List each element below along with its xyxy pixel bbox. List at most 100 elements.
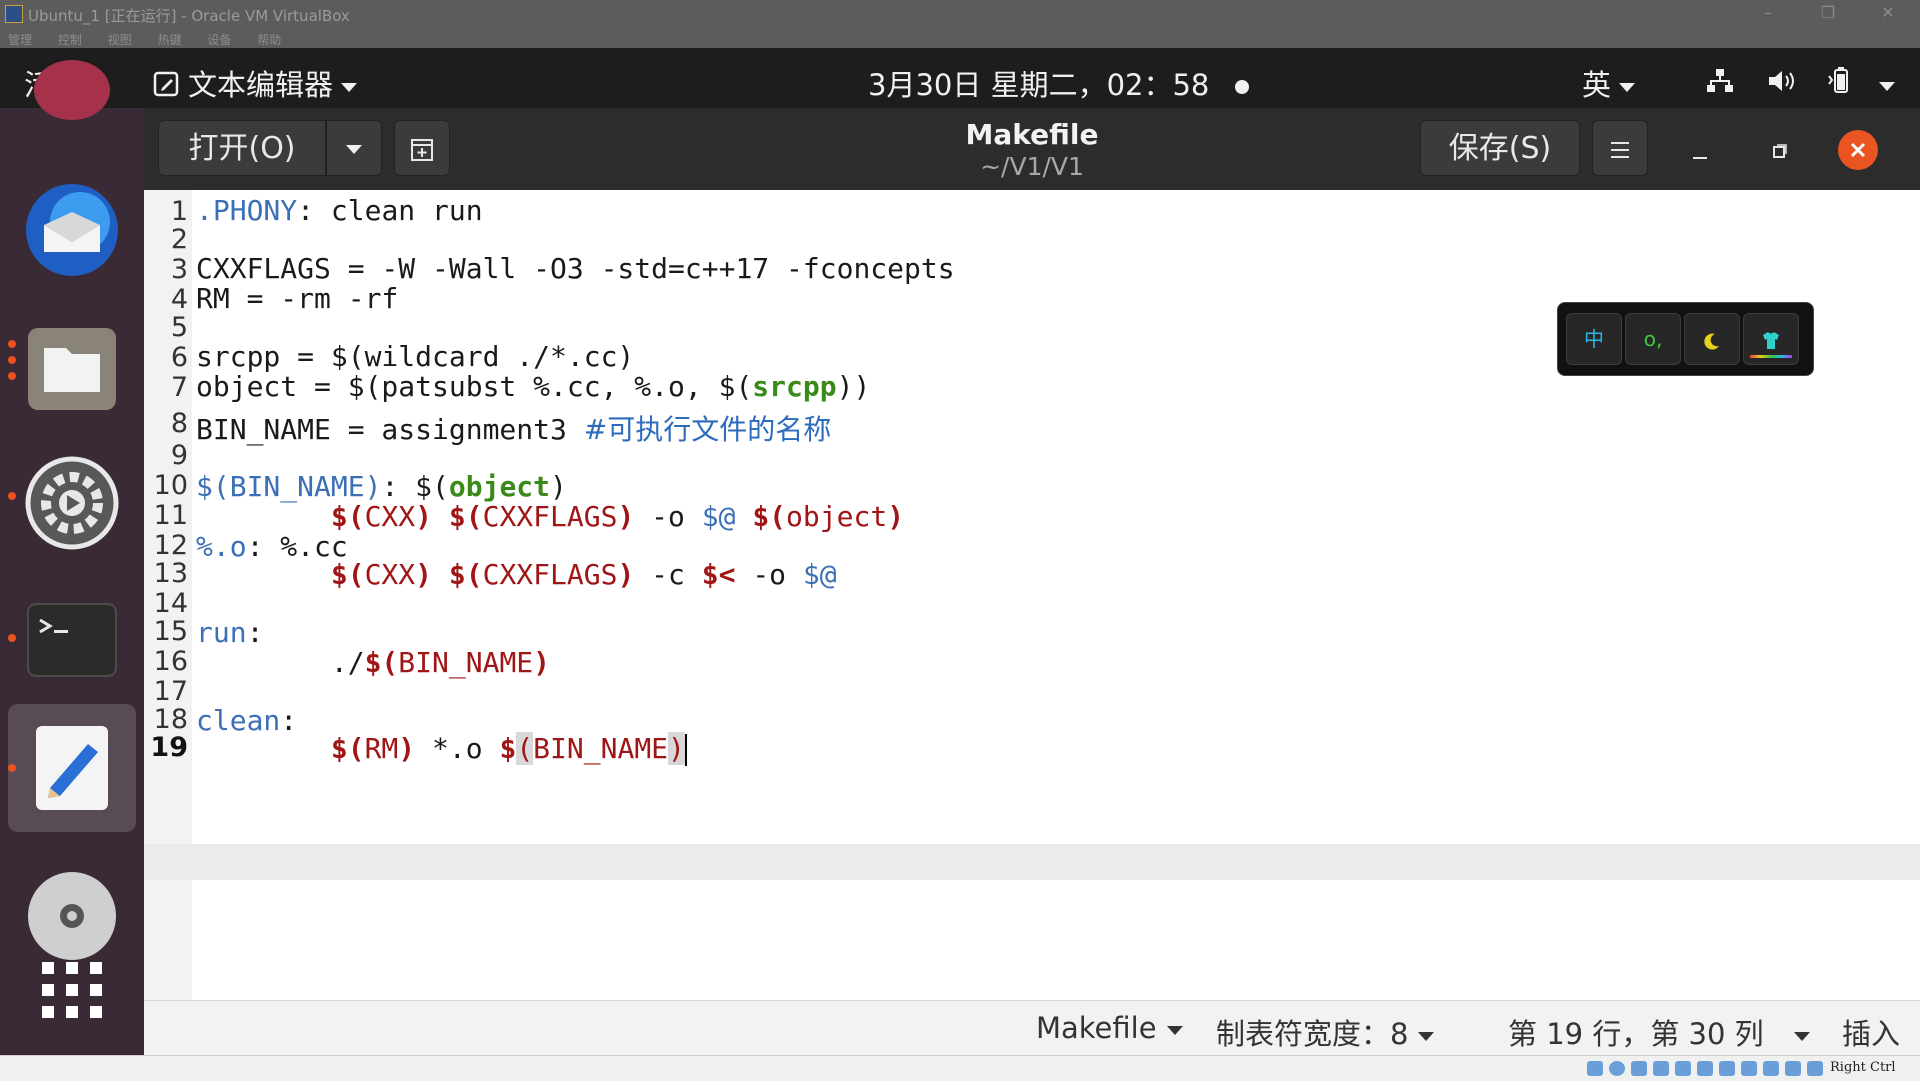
ime-toolbar: 中 o, — [1557, 302, 1814, 376]
host-key-label: Right Ctrl — [1830, 1060, 1896, 1075]
maximize-button[interactable] — [1762, 134, 1798, 170]
ime-chinese-toggle[interactable]: 中 — [1566, 313, 1622, 365]
chevron-down-icon — [1166, 1025, 1183, 1035]
keyboard-capture-icon[interactable] — [1807, 1061, 1823, 1076]
ime-skin-button[interactable] — [1743, 313, 1799, 365]
cursor-position-label: 第 19 行，第 30 列 — [1508, 1017, 1764, 1051]
code-line: $(RM) *.o $(BIN_NAME) — [330, 732, 687, 766]
optical-drive-icon[interactable] — [1609, 1061, 1625, 1076]
close-icon — [1850, 142, 1866, 158]
display-status-icon[interactable] — [1719, 1061, 1735, 1076]
running-indicator — [8, 372, 16, 380]
ubuntu-top-bar: 活动 文本编辑器 3月30日 星期二，02：58 英 — [0, 48, 1920, 108]
vbox-close-button[interactable]: ✕ — [1868, 3, 1908, 22]
app-icon — [34, 60, 110, 120]
vbox-menubar: 管理 控制 视图 热键 设备 帮助 — [0, 28, 1920, 48]
tab-width-label: 制表符宽度：8 — [1216, 1017, 1409, 1051]
dock-text-editor[interactable] — [22, 718, 122, 818]
virtualbox-app-icon — [5, 5, 23, 23]
terminal-icon — [27, 603, 117, 677]
dock-disc[interactable] — [22, 860, 122, 960]
vbox-menu-item[interactable]: 热键 — [158, 31, 182, 48]
code-line: RM = -rm -rf — [196, 282, 399, 315]
code-line: run: — [196, 616, 264, 649]
vbox-menu-item[interactable]: 帮助 — [257, 31, 281, 48]
ime-punctuation-toggle[interactable]: o, — [1625, 313, 1681, 365]
cpu-status-icon[interactable] — [1763, 1061, 1779, 1076]
line-number: 2 — [170, 224, 188, 255]
ime-halfwidth-toggle[interactable] — [1684, 313, 1740, 365]
vbox-menu-item[interactable]: 控制 — [58, 31, 82, 48]
line-number: 15 — [153, 616, 188, 647]
hdd-status-icon[interactable] — [1587, 1061, 1603, 1076]
running-indicator — [8, 634, 16, 642]
tab-width-selector[interactable]: 制表符宽度：8 — [1216, 1011, 1435, 1053]
editor-headerbar: 打开(O) Makefile ~/V1/V1 保存(S) — [144, 108, 1920, 190]
code-line: ./$(BIN_NAME) — [196, 646, 551, 679]
minimize-icon — [1693, 157, 1707, 159]
vbox-menu-item[interactable]: 设备 — [207, 31, 231, 48]
hamburger-menu-button[interactable] — [1592, 120, 1648, 176]
running-indicator — [8, 356, 16, 364]
mouse-integration-icon[interactable] — [1785, 1061, 1801, 1076]
line-number: 10 — [153, 470, 188, 501]
line-number: 13 — [153, 558, 188, 589]
dock-files[interactable] — [22, 318, 122, 418]
dock-settings[interactable] — [22, 453, 122, 553]
system-menu[interactable] — [1705, 66, 1895, 101]
input-method-menu[interactable]: 英 — [1582, 62, 1636, 104]
vbox-menu-item[interactable]: 视图 — [108, 31, 132, 48]
dock — [0, 60, 144, 1055]
text-editor-icon — [36, 726, 108, 810]
usb-status-icon[interactable] — [1675, 1061, 1691, 1076]
document-path: ~/V1/V1 — [980, 152, 1084, 181]
line-number: 19 — [150, 732, 188, 763]
recording-status-icon[interactable] — [1741, 1061, 1757, 1076]
line-number: 9 — [170, 440, 188, 471]
save-button[interactable]: 保存(S) — [1420, 120, 1580, 176]
thunderbird-icon — [26, 184, 118, 276]
text-editor-icon — [153, 71, 179, 97]
clock-label: 3月30日 星期二，02：58 — [868, 68, 1210, 102]
text-cursor — [684, 734, 687, 766]
running-indicator — [8, 764, 16, 772]
insert-mode-label[interactable]: 插入 — [1842, 1011, 1900, 1053]
code-line: srcpp = $(wildcard ./*.cc) — [196, 340, 635, 373]
language-selector[interactable]: Makefile — [1036, 1011, 1183, 1045]
cursor-position-selector[interactable]: 第 19 行，第 30 列 — [1508, 1011, 1810, 1053]
menu-icon — [1611, 141, 1629, 158]
settings-gear-icon — [25, 456, 119, 550]
dock-thunderbird[interactable] — [22, 180, 122, 280]
line-number: 16 — [153, 646, 188, 677]
audio-status-icon[interactable] — [1631, 1061, 1647, 1076]
notification-dot-icon — [1235, 80, 1250, 94]
input-method-label: 英 — [1582, 68, 1612, 102]
line-number: 6 — [170, 342, 188, 373]
clock[interactable]: 3月30日 星期二，02：58 — [868, 62, 1250, 104]
chevron-down-icon — [1619, 82, 1636, 92]
app-menu[interactable]: 文本编辑器 — [152, 62, 358, 104]
shirt-icon — [1763, 331, 1779, 349]
chevron-down-icon — [1878, 81, 1895, 91]
close-button[interactable] — [1838, 130, 1878, 170]
code-line: .PHONY: clean run — [196, 194, 483, 227]
vbox-menu-item[interactable]: 管理 — [8, 31, 32, 48]
line-number: 18 — [153, 704, 188, 735]
chevron-down-icon — [341, 82, 358, 92]
shared-folders-icon[interactable] — [1697, 1061, 1713, 1076]
dock-app-partial[interactable] — [22, 60, 122, 130]
app-menu-label: 文本编辑器 — [188, 68, 334, 102]
vbox-minimize-button[interactable]: – — [1748, 3, 1788, 22]
show-applications-button[interactable] — [22, 950, 122, 1050]
line-number: 5 — [170, 312, 188, 343]
network-status-icon[interactable] — [1653, 1061, 1669, 1076]
minimize-button[interactable] — [1682, 134, 1718, 170]
running-indicator — [8, 492, 16, 500]
rainbow-bar — [1750, 355, 1792, 358]
vbox-restore-button[interactable]: ❐ — [1808, 3, 1848, 22]
code-line: $(CXX) $(CXXFLAGS) -c $< -o $@ — [330, 558, 837, 591]
line-number: 1 — [170, 196, 188, 227]
chevron-down-icon — [1418, 1031, 1435, 1041]
line-number: 14 — [153, 588, 188, 619]
dock-terminal[interactable] — [22, 590, 122, 690]
